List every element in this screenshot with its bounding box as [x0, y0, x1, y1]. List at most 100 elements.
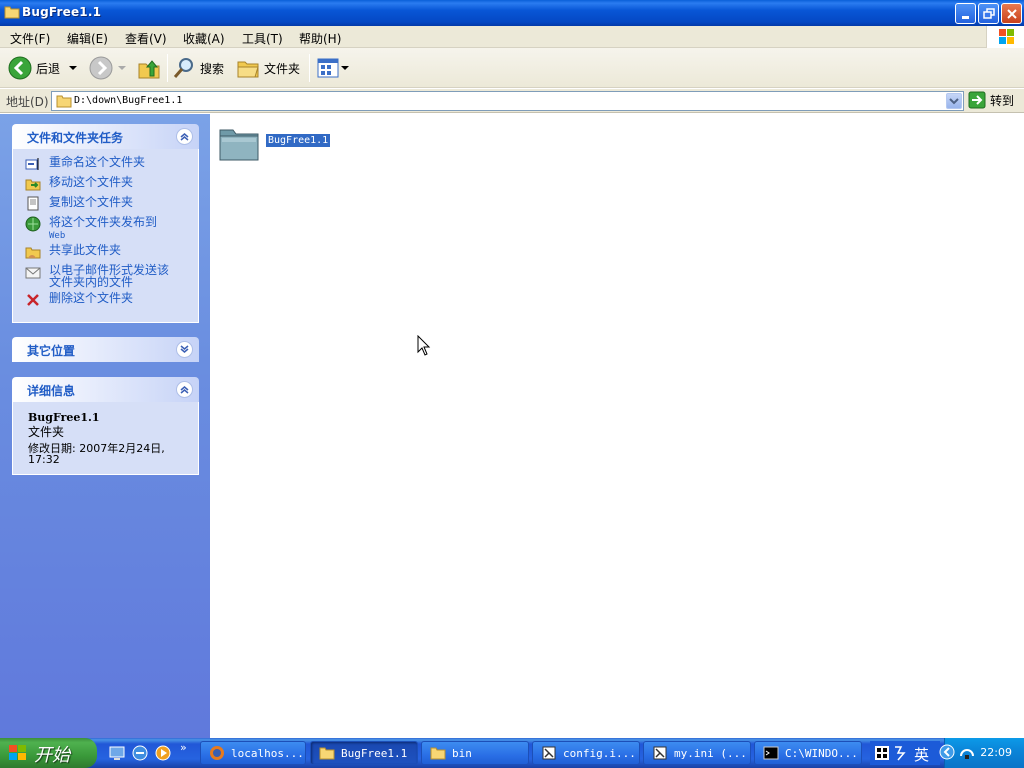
email-icon: [25, 267, 41, 279]
panel-header[interactable]: 其它位置: [12, 337, 199, 362]
taskbar-button-bin[interactable]: bin: [421, 741, 529, 765]
ime-language-label: 英: [914, 746, 930, 764]
views-icon: [317, 58, 339, 78]
task-label: 删除这个文件夹: [49, 291, 134, 305]
task-publish-web[interactable]: 将这个文件夹发布到 Web: [25, 216, 157, 242]
share-icon: [25, 247, 41, 259]
start-button[interactable]: 开始: [0, 738, 97, 768]
taskbar-button-localhost[interactable]: localhos...: [200, 741, 306, 765]
collapse-button[interactable]: [176, 128, 193, 145]
taskbar-button-myini[interactable]: my.ini (...: [643, 741, 751, 765]
search-label: 搜索: [200, 61, 225, 76]
taskbar-button-config[interactable]: config.i...: [532, 741, 640, 765]
show-desktop-icon[interactable]: [108, 744, 126, 762]
taskbar-button-bugfree[interactable]: BugFree1.1: [310, 741, 418, 765]
menu-view[interactable]: 查看(V): [125, 30, 167, 47]
task-move-folder[interactable]: 移动这个文件夹: [25, 176, 133, 192]
mouse-cursor-icon: [417, 335, 431, 356]
expand-down-icon: [180, 345, 189, 353]
cmd-icon: [763, 746, 779, 760]
quick-launch-expand-icon[interactable]: »: [180, 741, 187, 754]
media-player-icon[interactable]: [154, 744, 172, 762]
collapse-button[interactable]: [176, 381, 193, 398]
chevron-down-icon: [118, 66, 126, 70]
expand-button[interactable]: [176, 341, 193, 358]
copy-icon: [27, 196, 39, 211]
folder-icon: [4, 6, 20, 19]
windows-logo: [986, 26, 1024, 48]
task-label: 重命名这个文件夹: [49, 155, 146, 169]
back-button[interactable]: 后退: [8, 55, 80, 81]
folder-item[interactable]: [218, 124, 260, 165]
toolbar: 后退 搜索 文件夹: [0, 48, 1024, 88]
go-label: 转到: [990, 93, 1015, 108]
views-button[interactable]: [316, 55, 350, 81]
task-label-line2: 文件夹内的文件: [49, 275, 134, 289]
up-folder-button[interactable]: [137, 55, 161, 81]
taskbar-button-cmd[interactable]: C:\WINDO...: [754, 741, 862, 765]
details-type: 文件夹: [28, 425, 65, 439]
taskbar: 开始 » localhos... BugFree1.1 bin config.i…: [0, 738, 1024, 768]
task-label: 将这个文件夹发布到 Web: [49, 216, 157, 242]
network-icon[interactable]: [959, 746, 975, 760]
folder-icon: [219, 129, 259, 161]
folder-icon: [430, 747, 446, 760]
taskbar-button-label: localhos...: [231, 746, 304, 760]
panel-body: 重命名这个文件夹 移动这个文件夹 复制这个文件夹 将这个文件夹发布到 Web 共享…: [12, 149, 199, 323]
ime-indicator[interactable]: 英: [870, 741, 940, 765]
windows-flag-icon: [999, 29, 1014, 44]
clock[interactable]: 22:09: [980, 746, 1012, 759]
menu-file[interactable]: 文件(F): [10, 30, 50, 47]
task-delete-folder[interactable]: 删除这个文件夹: [25, 292, 133, 308]
panel-header[interactable]: 文件和文件夹任务: [12, 124, 199, 149]
close-button[interactable]: [1001, 3, 1022, 24]
folders-button[interactable]: 文件夹: [236, 55, 300, 81]
ime-mode-icon: [895, 746, 906, 761]
panel-header[interactable]: 详细信息: [12, 377, 199, 402]
collapse-up-icon: [180, 386, 189, 394]
address-label: 地址(D): [6, 95, 49, 109]
file-folder-tasks-panel: 文件和文件夹任务 重命名这个文件夹 移动这个文件夹 复制这个文件夹 将这个文件夹…: [12, 124, 199, 323]
task-label: 以电子邮件形式发送该 文件夹内的文件: [49, 264, 169, 288]
menu-tools[interactable]: 工具(T): [242, 30, 283, 47]
menu-bar: 文件(F) 编辑(E) 查看(V) 收藏(A) 工具(T) 帮助(H): [0, 26, 1024, 48]
task-label: 复制这个文件夹: [49, 195, 134, 209]
details-panel: 详细信息 BugFree1.1 文件夹 修改日期: 2007年2月24日, 17…: [12, 377, 199, 475]
taskbar-button-label: config.i...: [563, 746, 636, 760]
task-email-files[interactable]: 以电子邮件形式发送该 文件夹内的文件: [25, 264, 169, 288]
internet-explorer-icon[interactable]: [131, 744, 149, 762]
taskbar-button-label: C:\WINDO...: [785, 746, 858, 760]
firefox-icon: [210, 746, 224, 760]
title-bar[interactable]: BugFree1.1: [0, 0, 1024, 26]
menu-edit[interactable]: 编辑(E): [67, 30, 108, 47]
address-input[interactable]: D:\down\BugFree1.1: [51, 91, 964, 111]
tray-expand-icon[interactable]: [939, 744, 955, 760]
search-button[interactable]: 搜索: [172, 55, 224, 81]
task-share-folder[interactable]: 共享此文件夹: [25, 244, 121, 260]
search-icon: [173, 58, 193, 78]
task-copy-folder[interactable]: 复制这个文件夹: [25, 196, 133, 212]
restore-button[interactable]: [978, 3, 999, 24]
restore-icon: [983, 8, 995, 19]
go-button[interactable]: 转到: [968, 91, 1014, 109]
menu-favorites[interactable]: 收藏(A): [183, 30, 225, 47]
folder-name-label[interactable]: BugFree1.1: [264, 133, 332, 148]
task-label-line2: Web: [49, 231, 66, 241]
folders-icon: [237, 61, 259, 78]
task-rename-folder[interactable]: 重命名这个文件夹: [25, 156, 145, 172]
minimize-button[interactable]: [955, 3, 976, 24]
folder-icon: [56, 95, 72, 108]
move-icon: [25, 179, 41, 191]
task-pane: 文件和文件夹任务 重命名这个文件夹 移动这个文件夹 复制这个文件夹 将这个文件夹…: [0, 114, 210, 738]
editor-icon: [542, 746, 556, 760]
ime-keyboard-icon: [875, 746, 889, 760]
menu-help[interactable]: 帮助(H): [299, 30, 341, 47]
address-dropdown-button[interactable]: [946, 93, 962, 109]
up-folder-icon: [138, 60, 160, 79]
file-view[interactable]: BugFree1.1: [210, 114, 1024, 738]
chevron-down-icon: [341, 66, 349, 70]
panel-body: BugFree1.1 文件夹 修改日期: 2007年2月24日, 17:32: [12, 402, 199, 475]
back-label: 后退: [36, 61, 61, 76]
forward-button[interactable]: [89, 55, 129, 81]
chevron-down-icon: [949, 98, 959, 105]
